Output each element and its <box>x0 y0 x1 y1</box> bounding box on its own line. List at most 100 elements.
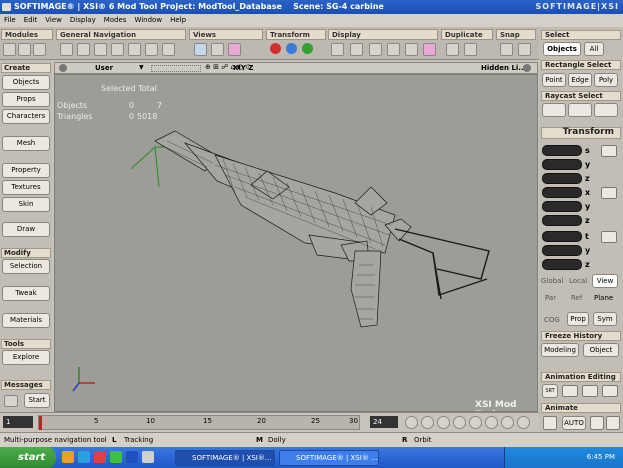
record-icon[interactable] <box>590 416 604 430</box>
materials-button[interactable]: Materials <box>2 313 50 328</box>
key-options-icon[interactable] <box>582 385 598 397</box>
sym-button[interactable]: Sym <box>593 312 617 326</box>
scale-y-field[interactable] <box>542 159 582 170</box>
raycast-edge-button[interactable] <box>568 103 592 117</box>
timeline[interactable]: 1 5 10 15 20 25 30 24 <box>0 412 539 432</box>
snap-grid-icon[interactable] <box>518 43 531 56</box>
view-single-icon[interactable] <box>194 43 207 56</box>
start-button[interactable]: Start <box>24 393 50 408</box>
script-icon[interactable] <box>4 395 18 407</box>
prev-frame-icon[interactable] <box>421 416 434 429</box>
translate-y-field[interactable] <box>542 245 582 256</box>
characters-button[interactable]: Characters <box>2 109 50 124</box>
ref-button[interactable]: Ref <box>571 294 582 302</box>
object-button[interactable]: Object <box>583 343 619 357</box>
unhide-icon[interactable] <box>369 43 382 56</box>
orbit-icon[interactable] <box>77 43 90 56</box>
quicklaunch-icon-2[interactable] <box>78 451 90 463</box>
duplicate-icon[interactable] <box>446 43 459 56</box>
rotate-icon[interactable] <box>286 43 297 54</box>
local-button[interactable]: Local <box>569 277 587 285</box>
quicklaunch-icon-1[interactable] <box>62 451 74 463</box>
rotate-z-field[interactable] <box>542 215 582 226</box>
dolly-icon[interactable] <box>94 43 107 56</box>
textures-button[interactable]: Textures <box>2 180 50 195</box>
raycast-select-header[interactable]: Raycast Select <box>541 91 621 101</box>
quicklaunch-icon-4[interactable] <box>110 451 122 463</box>
snap-icon[interactable] <box>500 43 513 56</box>
display-mode-icon[interactable] <box>423 43 436 56</box>
section-views[interactable]: Views <box>189 29 263 40</box>
key-frame-icon[interactable] <box>543 416 557 430</box>
modules-icon[interactable] <box>3 43 16 56</box>
navigate-icon[interactable] <box>60 43 73 56</box>
playback-options-icon[interactable] <box>517 416 530 429</box>
rectangle-select-header[interactable]: Rectangle Select <box>541 60 621 70</box>
modules-icon-3[interactable] <box>33 43 46 56</box>
section-display[interactable]: Display <box>328 29 438 40</box>
section-general-navigation[interactable]: General Navigation <box>56 29 186 40</box>
rotate-view-icon[interactable] <box>145 43 158 56</box>
translate-z-field[interactable] <box>542 259 582 270</box>
section-duplicate[interactable]: Duplicate <box>441 29 493 40</box>
srt-key-button[interactable]: SRT <box>542 384 558 398</box>
play-icon[interactable] <box>453 416 466 429</box>
view-name[interactable]: User <box>95 64 113 72</box>
viewport[interactable]: Selected Total Objects 0 7 Triangles 0 5… <box>54 74 538 412</box>
loop-icon[interactable] <box>501 416 514 429</box>
quicklaunch-icon-3[interactable] <box>94 451 106 463</box>
scale-icon[interactable] <box>270 43 281 54</box>
scale-z-field[interactable] <box>542 173 582 184</box>
quicklaunch-icon-5[interactable] <box>126 451 138 463</box>
quicklaunch-icon-6[interactable] <box>142 451 154 463</box>
next-frame-icon[interactable] <box>469 416 482 429</box>
point-button[interactable]: Point <box>542 73 566 87</box>
menu-display[interactable]: Display <box>66 16 100 24</box>
menu-view[interactable]: View <box>41 16 66 24</box>
info-icon[interactable] <box>387 43 400 56</box>
start-menu-button[interactable]: start <box>0 447 56 468</box>
poly-button[interactable]: Poly <box>594 73 618 87</box>
props-button[interactable]: Props <box>2 92 50 107</box>
objects-button[interactable]: Objects <box>2 75 50 90</box>
rotate-x-field[interactable] <box>542 187 582 198</box>
property-button[interactable]: Property <box>2 163 50 178</box>
first-frame-icon[interactable] <box>405 416 418 429</box>
global-button[interactable]: Global <box>541 277 563 285</box>
selection-button[interactable]: Selection <box>2 259 50 274</box>
translate-icon[interactable] <box>302 43 313 54</box>
animation-menu-icon[interactable] <box>602 385 618 397</box>
rotate-lock-icon[interactable] <box>601 187 617 199</box>
view-camera-icon[interactable] <box>228 43 241 56</box>
view-slots[interactable] <box>151 65 201 72</box>
scale-lock-icon[interactable] <box>601 145 617 157</box>
select-objects-button[interactable]: Objects <box>543 42 581 56</box>
section-modules[interactable]: Modules <box>1 29 53 40</box>
clock[interactable]: 6:45 PM <box>587 453 615 461</box>
menu-window[interactable]: Window <box>130 16 166 24</box>
pan-icon[interactable] <box>128 43 141 56</box>
modeling-button[interactable]: Modeling <box>541 343 579 357</box>
viewport-menu-icon[interactable] <box>59 64 67 72</box>
current-frame-field[interactable]: 24 <box>370 416 398 428</box>
translate-x-field[interactable] <box>542 231 582 242</box>
tweak-button[interactable]: Tweak <box>2 286 50 301</box>
menu-file[interactable]: File <box>0 16 20 24</box>
scale-x-field[interactable] <box>542 145 582 156</box>
plane-button[interactable]: Plane <box>594 294 613 302</box>
draw-button[interactable]: Draw <box>2 222 50 237</box>
timeline-track[interactable]: 5 10 15 20 25 30 <box>38 415 360 430</box>
maximize-viewport-icon[interactable] <box>523 64 531 72</box>
start-frame-field[interactable]: 1 <box>3 416 33 428</box>
axes-label[interactable]: X Y Z <box>233 64 253 72</box>
menu-help[interactable]: Help <box>166 16 190 24</box>
taskbar-task-1[interactable]: SOFTIMAGE® | XSI®... <box>175 450 275 466</box>
select-all-button[interactable]: All <box>584 42 604 56</box>
menu-edit[interactable]: Edit <box>20 16 42 24</box>
translate-lock-icon[interactable] <box>601 231 617 243</box>
grid-icon[interactable] <box>331 43 344 56</box>
playhead[interactable] <box>39 416 42 430</box>
taskbar-task-2[interactable]: SOFTIMAGE® | XSI® ... <box>279 450 379 466</box>
display-icon[interactable] <box>405 43 418 56</box>
explore-button[interactable]: Explore <box>2 350 50 365</box>
